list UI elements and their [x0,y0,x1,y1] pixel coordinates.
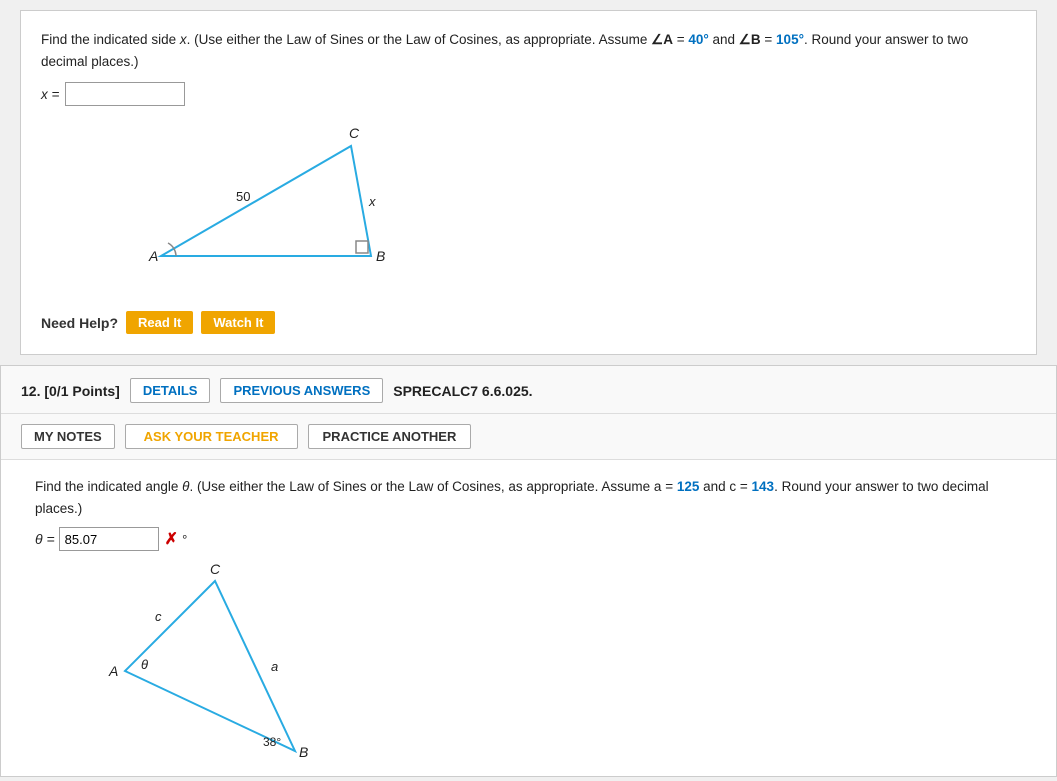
problem12-header: 12. [0/1 Points] DETAILS PREVIOUS ANSWER… [1,366,1056,414]
svg-text:A: A [108,663,118,679]
details-button[interactable]: DETAILS [130,378,211,403]
angle-a-label: ∠A [651,32,673,47]
text-find-angle: Find the indicated angle [35,479,182,494]
svg-text:c: c [155,609,162,624]
read-it-button[interactable]: Read It [126,311,193,334]
c-val: 143 [752,479,775,494]
svg-text:B: B [376,248,385,264]
text-use-law: . (Use either the Law of Sines or the La… [189,479,661,494]
problem12-body: Find the indicated angle θ . (Use either … [1,460,1056,776]
svg-text:C: C [210,561,221,577]
answer-label: x = [41,87,59,102]
problem-number: 12. [0/1 Points] [21,383,120,399]
problem12-actions: MY NOTES ASK YOUR TEACHER PRACTICE ANOTH… [1,414,1056,460]
problem-code: SPRECALC7 6.6.025. [393,383,532,399]
problem-num-text: 12. [21,383,40,399]
text-and: and [709,32,739,47]
problem12-section: 12. [0/1 Points] DETAILS PREVIOUS ANSWER… [0,365,1057,777]
variable-x: x [180,32,187,47]
svg-text:C: C [349,125,360,141]
svg-text:B: B [299,744,308,760]
problem12-answer-row: θ = ✗ ° [35,527,1026,551]
problem11-diagram: A B C 50 x [101,116,421,296]
watch-it-button[interactable]: Watch It [201,311,275,334]
angle-a-val: 40° [688,32,708,47]
answer-input-12[interactable] [59,527,159,551]
svg-text:50: 50 [236,189,250,204]
my-notes-button[interactable]: MY NOTES [21,424,115,449]
problem11-section: Find the indicated side x. (Use either t… [20,10,1037,355]
problem11-answer-row: x = [41,82,1016,106]
angle-b-label: ∠B [739,32,761,47]
problem11-text: Find the indicated side x. (Use either t… [41,29,1016,72]
text-find: Find the indicated side [41,32,180,47]
answer-label2: θ = [35,531,55,547]
svg-text:θ: θ [141,657,148,672]
previous-answers-button[interactable]: PREVIOUS ANSWERS [220,378,383,403]
text-use: . (Use either the Law of Sines or the La… [187,32,652,47]
angle-b-val: 105° [776,32,804,47]
problem12-diagram: A C B θ a c 38° [95,561,415,741]
need-help-label: Need Help? [41,315,118,331]
need-help-row: Need Help? Read It Watch It [41,311,1016,334]
answer-input-11[interactable] [65,82,185,106]
svg-text:A: A [148,248,158,264]
points-text: [0/1 Points] [44,383,119,399]
ask-teacher-button[interactable]: ASK YOUR TEACHER [125,424,298,449]
a-val: 125 [677,479,700,494]
page-wrapper: Find the indicated side x. (Use either t… [0,10,1057,777]
problem12-text: Find the indicated angle θ. (Use either … [35,476,1026,519]
text-and2: and c [699,479,736,494]
svg-text:x: x [368,194,376,209]
wrong-icon: ✗ [165,529,178,549]
degree-symbol: ° [182,532,187,547]
svg-text:a: a [271,659,278,674]
practice-another-button[interactable]: PRACTICE ANOTHER [308,424,472,449]
svg-text:38°: 38° [263,735,281,749]
